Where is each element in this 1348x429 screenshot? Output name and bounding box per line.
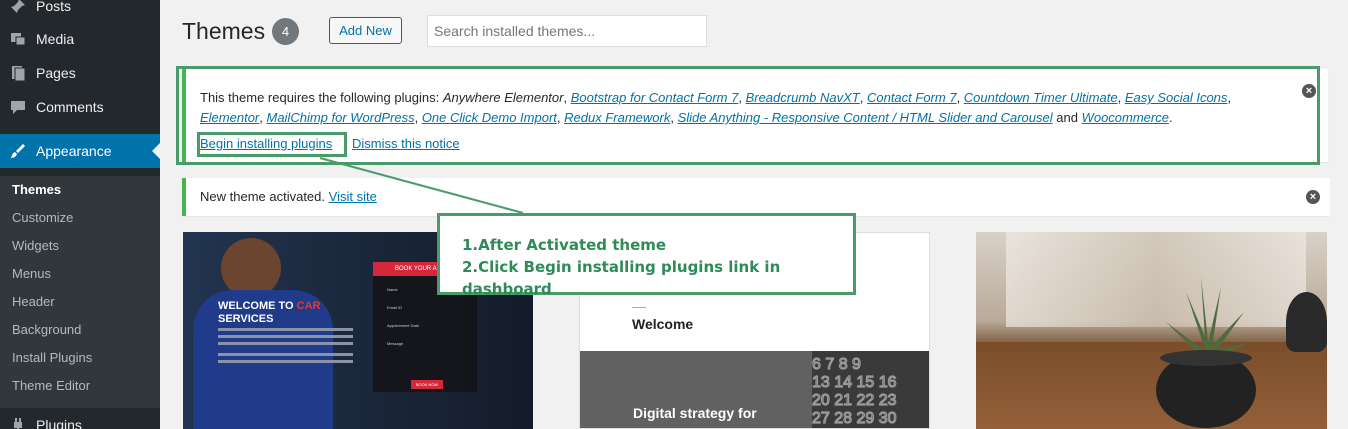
submenu-item-themes[interactable]: Themes [12,180,61,200]
svg-text:6 7 8 9: 6 7 8 9 [812,356,861,373]
form-field-message: Message [387,341,404,346]
page-title: Themes [182,18,266,44]
theme-count-badge: 4 [272,18,299,45]
visit-site-link[interactable]: Visit site [329,189,377,204]
comments-icon [0,98,36,116]
sidebar-item-appearance[interactable]: Appearance [0,134,160,168]
sidebar-item-posts[interactable]: Posts [0,0,160,23]
sidebar-item-label: Appearance [36,143,112,159]
brush-icon [0,142,36,160]
second-pot [1286,292,1327,352]
add-new-button[interactable]: Add New [329,17,402,44]
sidebar-item-plugins[interactable]: Plugins [0,408,160,429]
plugin-icon [0,416,36,429]
begin-link-highlight-annotation [197,132,347,157]
submenu-item-install-plugins[interactable]: Install Plugins [12,348,92,368]
callout-line-1: 1.After Activated theme [462,236,667,254]
instruction-callout: 1.After Activated theme 2.Click Begin in… [437,213,856,298]
callout-line-2: 2.Click Begin installing plugins link in… [462,258,781,298]
submenu-item-theme-editor[interactable]: Theme Editor [12,376,90,396]
notice-activated-text: New theme activated. Visit site [200,187,377,207]
sidebar-item-label: Posts [36,0,72,14]
admin-sidebar: Posts Media Pages Comments Appearance Th… [0,0,160,429]
car-heading-b: CAR [296,300,321,312]
car-heading: WELCOME TO CAR SERVICES [218,300,320,326]
sidebar-item-comments[interactable]: Comments [0,90,160,124]
theme-card-plant[interactable] [976,232,1327,429]
activated-message: New theme activated. [200,189,326,204]
close-icon[interactable]: × [1306,190,1320,204]
svg-text:20 21 22 23: 20 21 22 23 [812,392,897,409]
form-field-email: Email ID [387,305,403,310]
welcome-title: Welcome [632,316,694,332]
media-icon [0,30,36,48]
submenu-item-customize[interactable]: Customize [12,208,73,228]
sidebar-item-label: Media [36,31,75,47]
car-heading-a: WELCOME TO [218,300,294,312]
book-now-button: BOOK NOW [411,380,443,389]
sidebar-item-label: Comments [36,99,104,115]
sidebar-item-label: Pages [36,65,76,81]
sidebar-item-pages[interactable]: Pages [0,56,160,90]
sidebar-item-media[interactable]: Media [0,22,160,56]
pin-icon [0,0,36,15]
form-field-date: Appointment Date [387,323,420,328]
svg-text:27 28 29 30: 27 28 29 30 [812,410,897,427]
divider [632,307,646,308]
calendar-image: 6 7 8 9 13 14 15 16 20 21 22 23 27 28 29… [811,351,929,428]
car-heading-c: SERVICES [218,313,274,325]
submenu-item-header[interactable]: Header [12,292,55,312]
notice-highlight-annotation [176,66,1320,165]
plant-pot-image [1156,277,1256,428]
submenu-item-menus[interactable]: Menus [12,264,51,284]
welcome-tagline: Digital strategy for [633,405,757,421]
appearance-submenu: Themes Customize Widgets Menus Header Ba… [0,176,160,408]
car-body-text [218,328,353,368]
pages-icon [0,64,36,82]
theme-activated-notice: New theme activated. Visit site × [182,178,1330,216]
search-themes-input[interactable] [427,15,707,47]
submenu-item-background[interactable]: Background [12,320,81,340]
mechanic-head [221,238,281,298]
svg-text:13 14 15 16: 13 14 15 16 [812,374,897,391]
form-field-name: Name [387,287,398,292]
sidebar-item-label: Plugins [36,417,82,429]
submenu-item-widgets[interactable]: Widgets [12,236,59,256]
